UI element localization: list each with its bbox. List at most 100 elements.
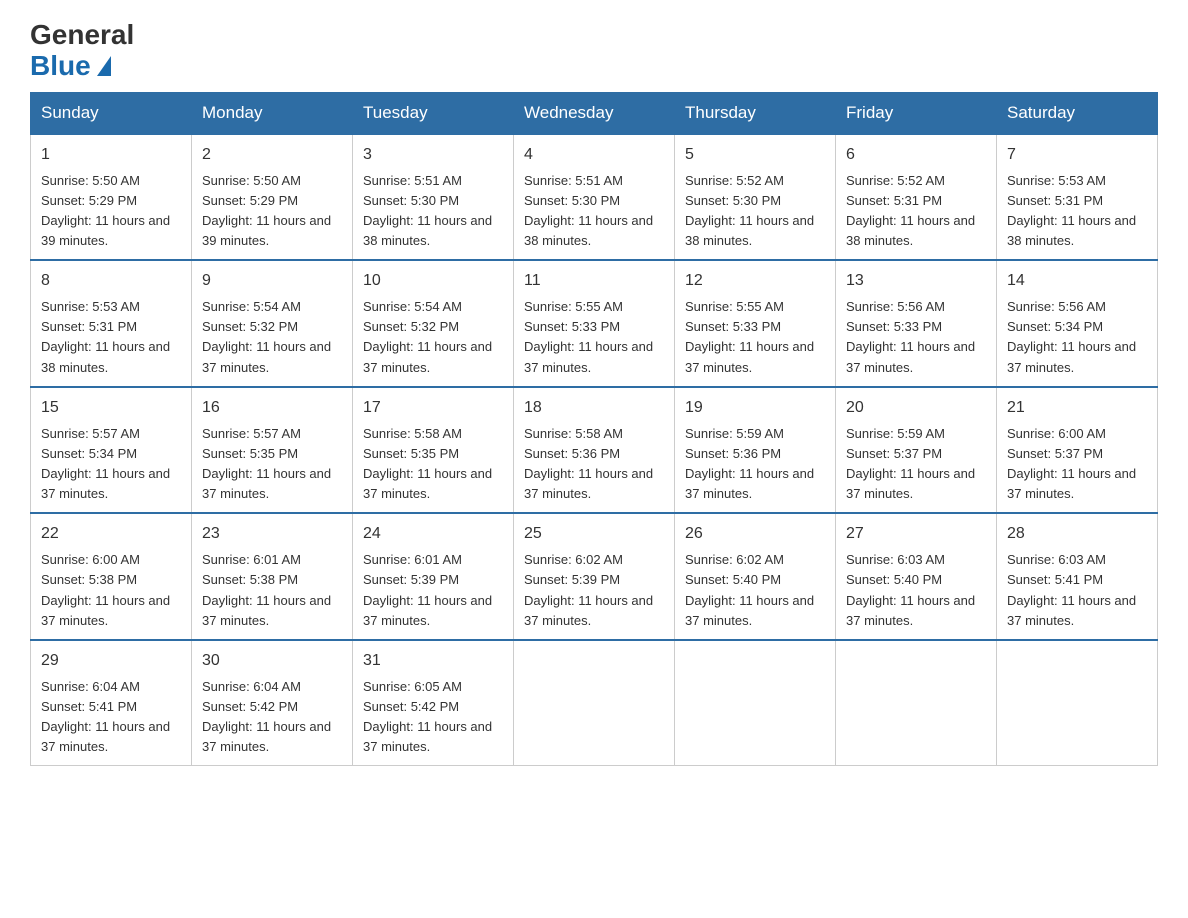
weekday-header-saturday: Saturday	[997, 92, 1158, 134]
day-number: 31	[363, 649, 503, 673]
day-cell-26: 26 Sunrise: 6:02 AMSunset: 5:40 PMDayligh…	[675, 513, 836, 640]
day-number: 21	[1007, 396, 1147, 420]
day-cell-22: 22 Sunrise: 6:00 AMSunset: 5:38 PMDayligh…	[31, 513, 192, 640]
empty-cell	[675, 640, 836, 766]
day-cell-7: 7 Sunrise: 5:53 AMSunset: 5:31 PMDaylight…	[997, 134, 1158, 261]
day-cell-11: 11Sunrise: 5:55 AMSunset: 5:33 PMDayligh…	[514, 260, 675, 387]
empty-cell	[997, 640, 1158, 766]
day-number: 14	[1007, 269, 1147, 293]
day-number: 17	[363, 396, 503, 420]
day-info: Sunrise: 5:51 AMSunset: 5:30 PMDaylight:…	[524, 171, 664, 252]
day-number: 19	[685, 396, 825, 420]
day-cell-10: 10 Sunrise: 5:54 AMSunset: 5:32 PMDayligh…	[353, 260, 514, 387]
day-number: 24	[363, 522, 503, 546]
day-number: 15	[41, 396, 181, 420]
day-number: 3	[363, 143, 503, 167]
logo-general-text: General	[30, 20, 134, 51]
day-info: Sunrise: 5:59 AMSunset: 5:37 PMDaylight:…	[846, 424, 986, 505]
day-cell-25: 25 Sunrise: 6:02 AMSunset: 5:39 PMDayligh…	[514, 513, 675, 640]
day-cell-29: 29 Sunrise: 6:04 AMSunset: 5:41 PMDayligh…	[31, 640, 192, 766]
day-number: 25	[524, 522, 664, 546]
day-info: Sunrise: 5:58 AMSunset: 5:36 PMDaylight:…	[524, 424, 664, 505]
day-cell-3: 3 Sunrise: 5:51 AMSunset: 5:30 PMDaylight…	[353, 134, 514, 261]
day-info: Sunrise: 6:03 AMSunset: 5:41 PMDaylight:…	[1007, 550, 1147, 631]
day-cell-8: 8Sunrise: 5:53 AMSunset: 5:31 PMDaylight…	[31, 260, 192, 387]
day-info: Sunrise: 5:59 AMSunset: 5:36 PMDaylight:…	[685, 424, 825, 505]
day-info: Sunrise: 5:57 AMSunset: 5:34 PMDaylight:…	[41, 424, 181, 505]
day-info: Sunrise: 5:53 AMSunset: 5:31 PMDaylight:…	[1007, 171, 1147, 252]
day-number: 1	[41, 143, 181, 167]
week-row-5: 29 Sunrise: 6:04 AMSunset: 5:41 PMDayligh…	[31, 640, 1158, 766]
weekday-header-tuesday: Tuesday	[353, 92, 514, 134]
day-info: Sunrise: 5:52 AMSunset: 5:31 PMDaylight:…	[846, 171, 986, 252]
day-number: 20	[846, 396, 986, 420]
day-number: 6	[846, 143, 986, 167]
day-cell-21: 21 Sunrise: 6:00 AMSunset: 5:37 PMDayligh…	[997, 387, 1158, 514]
empty-cell	[514, 640, 675, 766]
day-info: Sunrise: 6:00 AMSunset: 5:38 PMDaylight:…	[41, 550, 181, 631]
day-cell-20: 20 Sunrise: 5:59 AMSunset: 5:37 PMDayligh…	[836, 387, 997, 514]
day-info: Sunrise: 6:02 AMSunset: 5:39 PMDaylight:…	[524, 550, 664, 631]
page-header: General Blue	[30, 20, 1158, 82]
day-info: Sunrise: 5:55 AMSunset: 5:33 PMDaylight:…	[685, 297, 825, 378]
weekday-header-thursday: Thursday	[675, 92, 836, 134]
day-number: 16	[202, 396, 342, 420]
day-info: Sunrise: 5:50 AMSunset: 5:29 PMDaylight:…	[41, 171, 181, 252]
day-number: 28	[1007, 522, 1147, 546]
day-number: 22	[41, 522, 181, 546]
day-info: Sunrise: 6:00 AMSunset: 5:37 PMDaylight:…	[1007, 424, 1147, 505]
day-cell-18: 18 Sunrise: 5:58 AMSunset: 5:36 PMDayligh…	[514, 387, 675, 514]
day-cell-23: 23Sunrise: 6:01 AMSunset: 5:38 PMDayligh…	[192, 513, 353, 640]
day-info: Sunrise: 6:03 AMSunset: 5:40 PMDaylight:…	[846, 550, 986, 631]
day-cell-5: 5 Sunrise: 5:52 AMSunset: 5:30 PMDaylight…	[675, 134, 836, 261]
day-info: Sunrise: 5:51 AMSunset: 5:30 PMDaylight:…	[363, 171, 503, 252]
weekday-header-row: SundayMondayTuesdayWednesdayThursdayFrid…	[31, 92, 1158, 134]
day-number: 5	[685, 143, 825, 167]
day-info: Sunrise: 6:04 AMSunset: 5:41 PMDaylight:…	[41, 677, 181, 758]
day-info: Sunrise: 5:57 AMSunset: 5:35 PMDaylight:…	[202, 424, 342, 505]
day-number: 10	[363, 269, 503, 293]
calendar-table: SundayMondayTuesdayWednesdayThursdayFrid…	[30, 92, 1158, 767]
day-number: 26	[685, 522, 825, 546]
day-cell-12: 12 Sunrise: 5:55 AMSunset: 5:33 PMDayligh…	[675, 260, 836, 387]
day-cell-30: 30 Sunrise: 6:04 AMSunset: 5:42 PMDayligh…	[192, 640, 353, 766]
day-number: 29	[41, 649, 181, 673]
day-info: Sunrise: 5:53 AMSunset: 5:31 PMDaylight:…	[41, 297, 181, 378]
day-info: Sunrise: 5:54 AMSunset: 5:32 PMDaylight:…	[202, 297, 342, 378]
day-info: Sunrise: 6:05 AMSunset: 5:42 PMDaylight:…	[363, 677, 503, 758]
day-cell-4: 4 Sunrise: 5:51 AMSunset: 5:30 PMDaylight…	[514, 134, 675, 261]
day-number: 18	[524, 396, 664, 420]
weekday-header-monday: Monday	[192, 92, 353, 134]
day-info: Sunrise: 5:58 AMSunset: 5:35 PMDaylight:…	[363, 424, 503, 505]
week-row-1: 1 Sunrise: 5:50 AMSunset: 5:29 PMDaylight…	[31, 134, 1158, 261]
day-number: 30	[202, 649, 342, 673]
day-info: Sunrise: 6:04 AMSunset: 5:42 PMDaylight:…	[202, 677, 342, 758]
day-cell-31: 31 Sunrise: 6:05 AMSunset: 5:42 PMDayligh…	[353, 640, 514, 766]
day-number: 4	[524, 143, 664, 167]
day-cell-17: 17 Sunrise: 5:58 AMSunset: 5:35 PMDayligh…	[353, 387, 514, 514]
day-cell-13: 13Sunrise: 5:56 AMSunset: 5:33 PMDayligh…	[836, 260, 997, 387]
day-number: 7	[1007, 143, 1147, 167]
day-number: 12	[685, 269, 825, 293]
day-cell-9: 9 Sunrise: 5:54 AMSunset: 5:32 PMDaylight…	[192, 260, 353, 387]
day-number: 23	[202, 522, 342, 546]
day-cell-24: 24Sunrise: 6:01 AMSunset: 5:39 PMDayligh…	[353, 513, 514, 640]
day-info: Sunrise: 5:52 AMSunset: 5:30 PMDaylight:…	[685, 171, 825, 252]
logo: General Blue	[30, 20, 134, 82]
day-info: Sunrise: 5:50 AMSunset: 5:29 PMDaylight:…	[202, 171, 342, 252]
day-info: Sunrise: 6:02 AMSunset: 5:40 PMDaylight:…	[685, 550, 825, 631]
logo-blue-text: Blue	[30, 51, 111, 82]
day-info: Sunrise: 5:56 AMSunset: 5:34 PMDaylight:…	[1007, 297, 1147, 378]
empty-cell	[836, 640, 997, 766]
day-cell-2: 2Sunrise: 5:50 AMSunset: 5:29 PMDaylight…	[192, 134, 353, 261]
day-info: Sunrise: 5:54 AMSunset: 5:32 PMDaylight:…	[363, 297, 503, 378]
day-cell-1: 1 Sunrise: 5:50 AMSunset: 5:29 PMDaylight…	[31, 134, 192, 261]
day-cell-19: 19 Sunrise: 5:59 AMSunset: 5:36 PMDayligh…	[675, 387, 836, 514]
day-number: 9	[202, 269, 342, 293]
logo-triangle-icon	[97, 56, 111, 76]
week-row-2: 8Sunrise: 5:53 AMSunset: 5:31 PMDaylight…	[31, 260, 1158, 387]
day-cell-27: 27 Sunrise: 6:03 AMSunset: 5:40 PMDayligh…	[836, 513, 997, 640]
weekday-header-friday: Friday	[836, 92, 997, 134]
day-number: 27	[846, 522, 986, 546]
day-info: Sunrise: 5:55 AMSunset: 5:33 PMDaylight:…	[524, 297, 664, 378]
